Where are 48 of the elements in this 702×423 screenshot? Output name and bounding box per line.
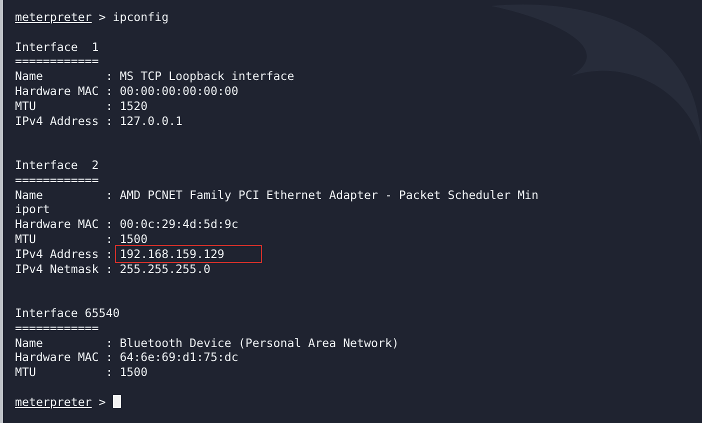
field-value: 64:6e:69:d1:75:dc [120,350,238,364]
field-separator: : [106,84,113,98]
output-line: iport [15,202,50,216]
field-label: Name [15,188,44,202]
field-label: Hardware MAC [15,84,100,99]
field-separator: : [106,188,113,202]
field-label: IPv4 Netmask [15,262,100,276]
field-value: 1520 [120,98,148,113]
prompt-symbol: > [98,394,106,409]
field-value: 127.0.0.1 [120,114,183,128]
field-label: MTU [15,98,37,114]
field-label: MTU [15,232,37,247]
output-line: ============ [15,172,99,187]
field-label: IPv4 Address [15,246,100,262]
prompt-symbol: > [98,10,106,24]
field-separator: : [106,350,113,364]
output-line: ============ [15,54,99,68]
output-line: Interface 1 [15,40,99,54]
field-separator: : [106,246,113,261]
prompt-name: meterpreter [15,10,92,24]
output-line: Interface 65540 [15,306,120,320]
output-line: Interface 2 [15,158,99,172]
field-label: IPv4 Address [15,114,100,128]
field-separator: : [106,98,113,113]
field-label: Hardware MAC [15,217,100,232]
field-separator: : [106,232,113,246]
field-value: 1500 [120,365,148,380]
field-separator: : [106,217,113,232]
field-value: 1500 [120,232,148,246]
output-line: ============ [15,320,99,335]
field-label: Name [15,69,44,84]
field-value: 00:0c:29:4d:5d:9c [120,217,238,232]
field-label: MTU [15,365,37,380]
field-value: MS TCP Loopback interface [120,69,294,84]
field-value: AMD PCNET Family PCI Ethernet Adapter - Packet Scheduler Min [120,188,539,202]
field-separator: : [106,69,113,84]
field-value: Bluetooth Device (Personal Area Network) [120,336,399,350]
field-label: Name [15,336,44,350]
field-separator: : [106,365,113,380]
field-value: 00:00:00:00:00:00 [120,84,238,98]
field-separator: : [106,336,113,350]
field-value: 255.255.255.0 [120,262,210,276]
highlighted-value: 192.168.159.129 [116,246,260,261]
field-separator: : [106,114,113,128]
command-text: ipconfig [112,10,169,24]
field-separator: : [106,262,113,276]
prompt-name: meterpreter [15,394,92,409]
field-label: Hardware MAC [15,350,100,366]
